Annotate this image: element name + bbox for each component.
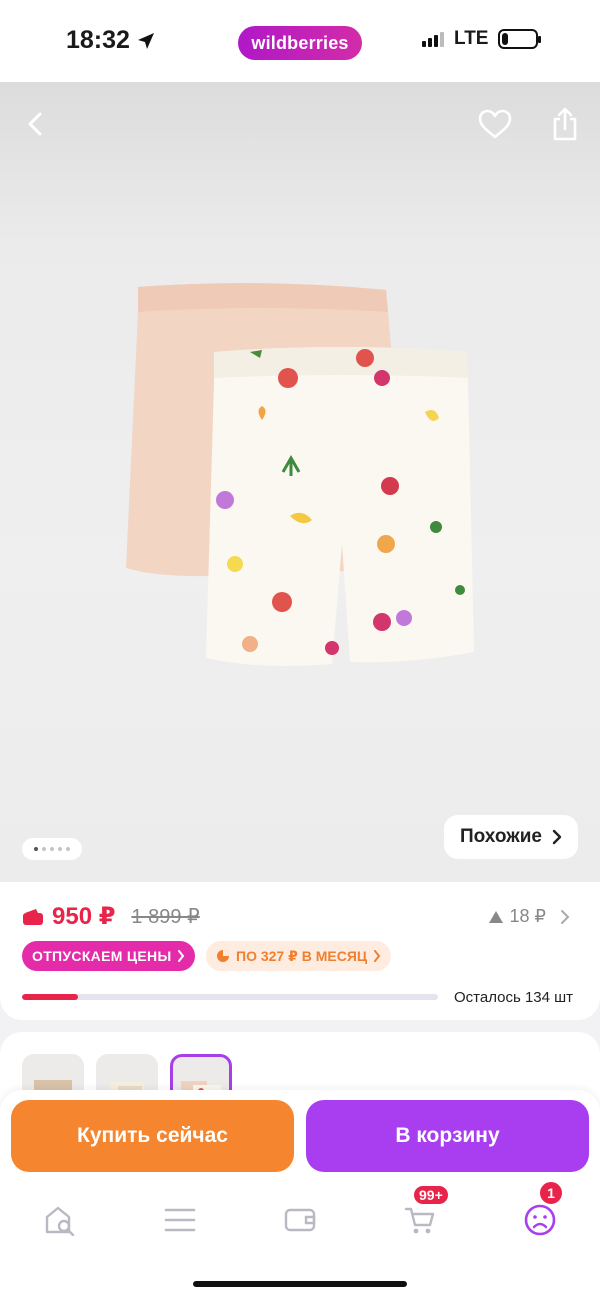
chevron-right-icon: [178, 950, 185, 962]
pager-dot[interactable]: [58, 847, 62, 851]
menu-icon: [164, 1208, 196, 1232]
triangle-up-icon: [488, 910, 503, 923]
sale-tag-label: ОТПУСКАЕМ ЦЕНЫ: [32, 948, 172, 964]
profile-badge: 1: [538, 1180, 564, 1206]
installment-tag[interactable]: ПО 327 ₽ В МЕСЯЦ: [206, 941, 392, 971]
pager-dot[interactable]: [50, 847, 54, 851]
pager-dot[interactable]: [66, 847, 70, 851]
signal-icon: [422, 31, 444, 47]
tab-catalog[interactable]: [150, 1194, 210, 1246]
battery-icon: [498, 29, 542, 49]
back-icon: [28, 112, 42, 136]
action-bar: Купить сейчас В корзину 99+ 1: [0, 1090, 600, 1300]
wallet-icon: [284, 1208, 316, 1232]
network-label: LTE: [454, 28, 489, 49]
stock-progress: [22, 994, 438, 1000]
similar-button[interactable]: Похожие: [444, 815, 578, 859]
cart-badge: 99+: [412, 1184, 450, 1206]
pie-chart-icon: [217, 950, 229, 962]
buy-now-button[interactable]: Купить сейчас: [11, 1100, 294, 1172]
points-info[interactable]: 18 ₽: [488, 906, 570, 927]
chevron-right-icon: [561, 909, 570, 924]
pager-dot[interactable]: [34, 847, 38, 851]
home-search-icon: [45, 1206, 75, 1236]
installment-label: ПО 327 ₽ В МЕСЯЦ: [236, 947, 368, 964]
clock: 18:32: [66, 26, 130, 54]
chevron-right-icon: [552, 829, 562, 845]
battery-level: [502, 33, 509, 45]
tab-home[interactable]: [30, 1194, 90, 1246]
points-value: 18 ₽: [509, 906, 546, 926]
pager-dot[interactable]: [42, 847, 46, 851]
old-price: 1 899 ₽: [131, 906, 200, 928]
current-price: 950 ₽: [52, 903, 116, 930]
profile-icon: [524, 1204, 556, 1236]
favorite-button[interactable]: [473, 102, 517, 146]
stock-left: Осталось 134 шт: [454, 989, 574, 1006]
similar-label: Похожие: [460, 826, 542, 847]
status-indicators: LTE: [422, 28, 542, 50]
location-arrow-icon: [137, 32, 154, 49]
wallet-price-icon: [23, 908, 43, 925]
tab-wallet[interactable]: [270, 1194, 330, 1246]
sale-tag[interactable]: ОТПУСКАЕМ ЦЕНЫ: [22, 941, 196, 971]
tab-cart[interactable]: 99+: [390, 1184, 450, 1246]
price-card: 950 ₽ 1 899 ₽ 18 ₽ ОТПУСКАЕМ ЦЕНЫ ПО 327…: [0, 882, 600, 1020]
home-indicator: [193, 1281, 407, 1287]
heart-icon: [478, 109, 512, 139]
stock-progress-fill: [22, 994, 79, 1000]
tab-bar: 99+ 1: [0, 1180, 600, 1246]
share-button[interactable]: [543, 102, 587, 146]
product-gallery[interactable]: Похожие: [0, 82, 600, 882]
product-image: [126, 283, 474, 666]
cart-icon: [404, 1207, 435, 1234]
tab-profile[interactable]: 1: [510, 1180, 570, 1246]
image-pager[interactable]: [22, 838, 82, 860]
price-row: 950 ₽ 1 899 ₽: [22, 902, 200, 931]
add-to-cart-button[interactable]: В корзину: [306, 1100, 589, 1172]
status-bar: 18:32 wildberries LTE: [0, 0, 600, 82]
back-button[interactable]: [14, 102, 58, 146]
brand-logo: wildberries: [238, 26, 362, 60]
status-time: 18:32: [66, 26, 156, 55]
chevron-right-icon: [374, 950, 381, 962]
share-icon: [553, 107, 577, 141]
